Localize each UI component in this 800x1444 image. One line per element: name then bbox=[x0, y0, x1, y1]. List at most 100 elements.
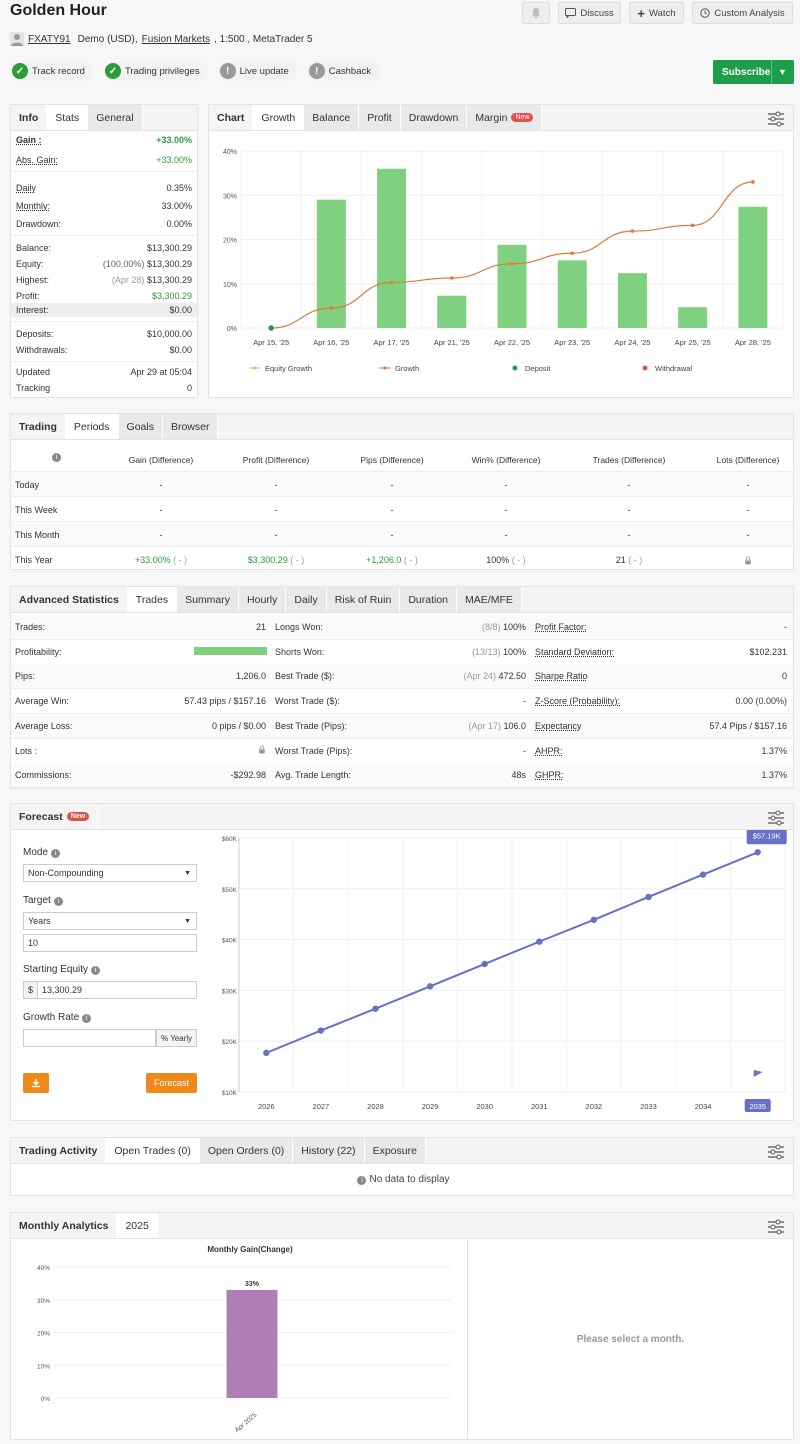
growth-rate-input[interactable] bbox=[23, 1029, 156, 1047]
period-label: Today bbox=[15, 480, 40, 490]
bar[interactable] bbox=[557, 260, 587, 328]
tab-chart[interactable]: Chart bbox=[209, 105, 254, 130]
tab-open-orders[interactable]: Open Orders (0) bbox=[199, 1138, 294, 1163]
tab-mae-mfe[interactable]: MAE/MFE bbox=[457, 587, 522, 612]
tab-exposure[interactable]: Exposure bbox=[364, 1138, 426, 1163]
broker-link[interactable]: Fusion Markets bbox=[142, 34, 210, 45]
legend-equity-growth[interactable]: Equity Growth bbox=[265, 364, 312, 373]
target-number-input[interactable]: 10 bbox=[23, 934, 197, 952]
forecast-point[interactable] bbox=[426, 983, 434, 990]
subscribe-button[interactable]: Subscribe ▼ bbox=[713, 60, 794, 84]
bar[interactable] bbox=[497, 244, 527, 328]
settings-sliders-icon[interactable] bbox=[767, 810, 785, 826]
forecast-point[interactable] bbox=[754, 849, 761, 856]
stat-label[interactable]: Profit Factor: bbox=[535, 622, 587, 632]
settings-sliders-icon[interactable] bbox=[767, 1144, 785, 1160]
download-button[interactable] bbox=[23, 1073, 49, 1093]
account-link[interactable]: FXATY91 bbox=[28, 34, 71, 45]
growth-point[interactable] bbox=[329, 306, 334, 310]
forecast-point[interactable] bbox=[481, 960, 488, 968]
growth-point[interactable] bbox=[570, 251, 575, 256]
tab-goals[interactable]: Goals bbox=[118, 414, 163, 439]
badge-track-record[interactable]: ✓ Track record bbox=[10, 61, 93, 81]
target-select[interactable]: Years ▼ bbox=[23, 912, 197, 930]
stat-label: Worst Trade ($): bbox=[275, 696, 340, 707]
custom-analysis-button[interactable]: Custom Analysis bbox=[692, 2, 793, 24]
settings-sliders-icon[interactable] bbox=[767, 1219, 785, 1235]
forecast-point[interactable] bbox=[536, 938, 543, 945]
tab-duration[interactable]: Duration bbox=[400, 587, 458, 612]
tab-drawdown[interactable]: Drawdown bbox=[400, 105, 468, 130]
growth-point[interactable] bbox=[751, 180, 755, 184]
bar[interactable] bbox=[377, 168, 407, 328]
stat-label[interactable]: GHPR: bbox=[535, 770, 564, 780]
badge-live-update[interactable]: ! Live update bbox=[217, 61, 297, 81]
notification-button[interactable] bbox=[522, 2, 550, 24]
tab-summary[interactable]: Summary bbox=[177, 587, 240, 612]
bar[interactable] bbox=[617, 273, 647, 328]
tab-2025[interactable]: 2025 bbox=[117, 1213, 158, 1238]
tab-browser[interactable]: Browser bbox=[162, 414, 219, 439]
month-select-area[interactable]: Please select a month. bbox=[467, 1240, 793, 1439]
daily-label[interactable]: Daily bbox=[16, 183, 36, 193]
flag-icon bbox=[753, 1070, 763, 1084]
tab-open-trades[interactable]: Open Trades (0) bbox=[106, 1138, 200, 1163]
interest-label: Interest: bbox=[16, 305, 49, 315]
tab-periods[interactable]: Periods bbox=[65, 414, 119, 439]
settings-sliders-icon[interactable] bbox=[767, 111, 785, 127]
growth-point[interactable] bbox=[389, 280, 394, 285]
forecast-point[interactable] bbox=[317, 1027, 325, 1034]
monthly-bar[interactable] bbox=[226, 1289, 278, 1398]
tab-trading[interactable]: Trading bbox=[11, 414, 66, 439]
tab-stats[interactable]: Stats bbox=[47, 105, 89, 130]
forecast-point[interactable] bbox=[699, 871, 707, 878]
trading-activity-panel: Trading Activity Open Trades (0) Open Or… bbox=[10, 1137, 794, 1196]
growth-point[interactable] bbox=[449, 276, 454, 280]
forecast-point[interactable] bbox=[263, 1049, 270, 1057]
bar[interactable] bbox=[678, 307, 708, 328]
monthly-label[interactable]: Monthly: bbox=[16, 201, 50, 211]
tab-profit[interactable]: Profit bbox=[359, 105, 401, 130]
forecast-button[interactable]: Forecast bbox=[146, 1073, 197, 1093]
legend-deposit[interactable]: Deposit bbox=[525, 364, 551, 373]
tab-trades[interactable]: Trades bbox=[127, 587, 178, 612]
tab-monthly-analytics[interactable]: Monthly Analytics bbox=[11, 1213, 118, 1238]
forecast-point[interactable] bbox=[372, 1005, 379, 1012]
legend-withdrawal[interactable]: Withdrawal bbox=[655, 364, 692, 373]
stat-label[interactable]: Expectancy bbox=[535, 721, 582, 731]
tab-history[interactable]: History (22) bbox=[293, 1138, 365, 1163]
stat-label: Trades: bbox=[15, 622, 46, 632]
badge-trading-privileges[interactable]: ✓ Trading privileges bbox=[102, 61, 208, 81]
bar[interactable] bbox=[437, 295, 467, 328]
legend-growth[interactable]: Growth bbox=[395, 364, 419, 373]
discuss-button[interactable]: Discuss bbox=[558, 2, 621, 24]
abs-gain-label[interactable]: Abs. Gain: bbox=[16, 155, 58, 165]
tab-daily[interactable]: Daily bbox=[286, 587, 327, 612]
tab-general[interactable]: General bbox=[88, 105, 143, 130]
gain-label[interactable]: Gain : bbox=[16, 135, 42, 145]
tab-advanced-statistics[interactable]: Advanced Statistics bbox=[11, 587, 128, 612]
stat-label[interactable]: AHPR: bbox=[535, 746, 563, 756]
watch-button[interactable]: + Watch bbox=[629, 2, 684, 24]
stat-label[interactable]: Sharpe Ratio bbox=[535, 671, 588, 681]
stat-label[interactable]: Z-Score (Probability): bbox=[535, 696, 620, 706]
stat-label[interactable]: Standard Deviation: bbox=[535, 647, 614, 657]
tab-balance[interactable]: Balance bbox=[304, 105, 360, 130]
forecast-point[interactable] bbox=[645, 893, 652, 901]
tab-hourly[interactable]: Hourly bbox=[239, 587, 287, 612]
deposit-point[interactable] bbox=[268, 325, 274, 331]
stat-number: - bbox=[523, 745, 526, 756]
tab-margin[interactable]: Margin New bbox=[467, 105, 543, 130]
growth-point[interactable] bbox=[510, 262, 514, 266]
tab-risk-of-ruin[interactable]: Risk of Ruin bbox=[326, 587, 401, 612]
growth-point[interactable] bbox=[630, 229, 635, 233]
starting-equity-input[interactable]: $ 13,300.29 bbox=[23, 981, 197, 999]
tab-growth[interactable]: Growth bbox=[253, 105, 305, 130]
forecast-point[interactable] bbox=[590, 916, 598, 923]
mode-select[interactable]: Non-Compounding ▼ bbox=[23, 864, 197, 882]
tab-trading-activity[interactable]: Trading Activity bbox=[11, 1138, 107, 1163]
badge-cashback[interactable]: ! Cashback bbox=[306, 61, 379, 81]
growth-point[interactable] bbox=[690, 223, 695, 228]
tab-info[interactable]: Info bbox=[11, 105, 48, 130]
bar[interactable] bbox=[738, 206, 768, 328]
